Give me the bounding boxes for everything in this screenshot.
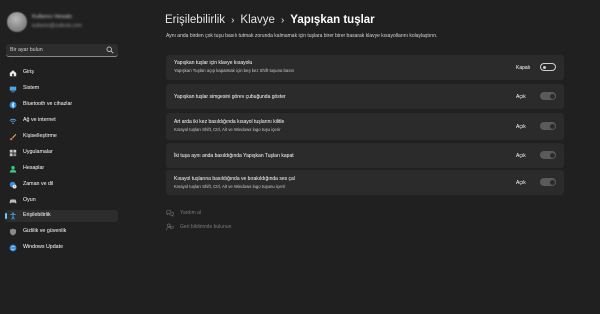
setting-title: Yapışkan tuşlar için klavye kısayolu <box>174 60 253 66</box>
page-description: Aynı anda birden çok tuşu basılı tutmak … <box>166 33 438 39</box>
bluetooth-icon <box>9 101 17 109</box>
toggle-state-label: Açık <box>516 123 526 130</box>
toggle-container: Kapalı <box>516 63 556 72</box>
help-link-label[interactable]: Yardım al <box>180 210 201 216</box>
toggle-knob <box>549 123 555 129</box>
sidebar-item-network[interactable]: Ağ ve internet <box>5 115 118 127</box>
toggle-switch[interactable] <box>540 178 556 186</box>
chevron-right-icon: › <box>280 14 285 26</box>
toggle-state-label: Kapalı <box>516 64 531 71</box>
sidebar-item-label: Windows Update <box>23 244 64 250</box>
sidebar-item-windows-update[interactable]: Windows Update <box>5 242 118 254</box>
avatar <box>7 12 27 32</box>
toggle-container: Açık <box>516 122 556 131</box>
sidebar-item-label: Ağ ve internet <box>23 117 56 123</box>
setting-subtitle: Kısayol tuşları Shift, Ctrl, Alt ve Wind… <box>174 127 281 132</box>
toggle-state-label: Açık <box>516 179 526 186</box>
sidebar-item-label: Kişiselleştirme <box>23 133 57 139</box>
toggle-switch[interactable] <box>540 63 556 71</box>
setting-subtitle: Kısayol tuşları Shift, Ctrl, Alt ve Wind… <box>174 184 286 189</box>
sidebar-item-apps[interactable]: Uygulamalar <box>5 147 118 159</box>
sidebar: Kullanıcı Hesabı kullanici@outlook.com G… <box>0 0 124 314</box>
help-icon <box>166 210 174 217</box>
setting-card-taskbar-icon[interactable]: Yapışkan tuşlar simgesini görev çubuğund… <box>166 84 564 109</box>
sidebar-item-label: Bluetooth ve cihazlar <box>23 101 73 107</box>
toggle-switch[interactable] <box>540 151 556 159</box>
toggle-switch[interactable] <box>540 122 556 130</box>
sidebar-item-label: Oyun <box>23 197 36 203</box>
toggle-knob <box>549 179 555 185</box>
setting-title: İki tuşa aynı anda basıldığında Yapışkan… <box>174 153 294 159</box>
sidebar-item-system[interactable]: Sistem <box>5 83 118 95</box>
sidebar-item-bluetooth[interactable]: Bluetooth ve cihazlar <box>5 99 118 111</box>
sidebar-item-label: Hesaplar <box>23 165 45 171</box>
brush-icon <box>10 133 17 141</box>
setting-card-keyboard-shortcut[interactable]: Yapışkan tuşlar için klavye kısayolu Yap… <box>166 55 564 80</box>
sidebar-item-gaming[interactable]: Oyun <box>5 195 118 207</box>
setting-subtitle: Yapışkan Tuşları açıp kapatmak için beş … <box>174 68 295 73</box>
search-input[interactable] <box>10 44 102 56</box>
sidebar-item-label: Uygulamalar <box>23 149 53 155</box>
user-profile[interactable]: Kullanıcı Hesabı kullanici@outlook.com <box>7 12 122 34</box>
toggle-knob <box>549 152 555 158</box>
sidebar-item-privacy[interactable]: Gizlilik ve güvenlik <box>5 226 118 238</box>
setting-title: Art arda iki kez basıldığında kısayol tu… <box>174 119 285 125</box>
sidebar-item-label: Erişilebilirlik <box>23 212 51 218</box>
sidebar-item-label: Giriş <box>23 69 34 75</box>
feedback-icon <box>166 223 174 231</box>
toggle-knob <box>542 65 546 69</box>
setting-card-play-sound[interactable]: Kısayol tuşlarına basıldığında ve bırakı… <box>166 170 564 195</box>
home-icon <box>9 70 17 77</box>
search-icon[interactable] <box>106 46 114 54</box>
sidebar-item-label: Gizlilik ve güvenlik <box>23 228 67 234</box>
toggle-knob <box>549 93 555 99</box>
toggle-container: Açık <box>516 92 556 101</box>
sidebar-item-label: Zaman ve dil <box>23 181 54 187</box>
toggle-container: Açık <box>516 151 556 160</box>
sidebar-item-accounts[interactable]: Hesaplar <box>5 163 118 175</box>
breadcrumb: Erişilebilirlik › Klavye › Yapışkan tuşl… <box>165 11 375 29</box>
system-icon <box>9 86 17 93</box>
shield-icon <box>9 228 17 236</box>
person-icon <box>9 165 17 173</box>
breadcrumb-keyboard[interactable]: Klavye <box>240 14 275 26</box>
wifi-icon <box>9 118 17 125</box>
toggle-state-label: Açık <box>516 152 526 159</box>
apps-icon <box>9 149 17 157</box>
breadcrumb-accessibility[interactable]: Erişilebilirlik <box>165 14 225 26</box>
profile-name: Kullanıcı Hesabı <box>32 14 73 20</box>
sidebar-item-accessibility[interactable]: Erişilebilirlik <box>5 210 118 222</box>
accessibility-icon <box>10 212 16 220</box>
setting-card-lock-shortcut-keys[interactable]: Art arda iki kez basıldığında kısayol tu… <box>166 113 564 140</box>
sidebar-item-home[interactable]: Giriş <box>5 67 118 79</box>
page-title: Yapışkan tuşlar <box>290 14 375 26</box>
sidebar-item-label: Sistem <box>23 85 40 91</box>
setting-title: Kısayol tuşlarına basıldığında ve bırakı… <box>174 176 295 182</box>
chevron-right-icon: › <box>231 14 235 26</box>
sidebar-item-personalization[interactable]: Kişiselleştirme <box>5 131 118 143</box>
setting-title: Yapışkan tuşlar simgesini görev çubuğund… <box>174 94 286 100</box>
feedback-link-label[interactable]: Geri bildirimde bulunun <box>180 224 231 230</box>
update-icon <box>9 244 17 252</box>
toggle-switch[interactable] <box>540 92 556 100</box>
globe-clock-icon <box>9 181 17 189</box>
profile-email: kullanici@outlook.com <box>32 23 82 29</box>
setting-card-two-keys-off[interactable]: İki tuşa aynı anda basıldığında Yapışkan… <box>166 143 564 168</box>
toggle-container: Açık <box>516 178 556 187</box>
search-box[interactable] <box>6 44 118 57</box>
sidebar-item-time-language[interactable]: Zaman ve dil <box>5 179 118 191</box>
toggle-state-label: Açık <box>516 93 526 100</box>
gamepad-icon <box>9 199 17 204</box>
